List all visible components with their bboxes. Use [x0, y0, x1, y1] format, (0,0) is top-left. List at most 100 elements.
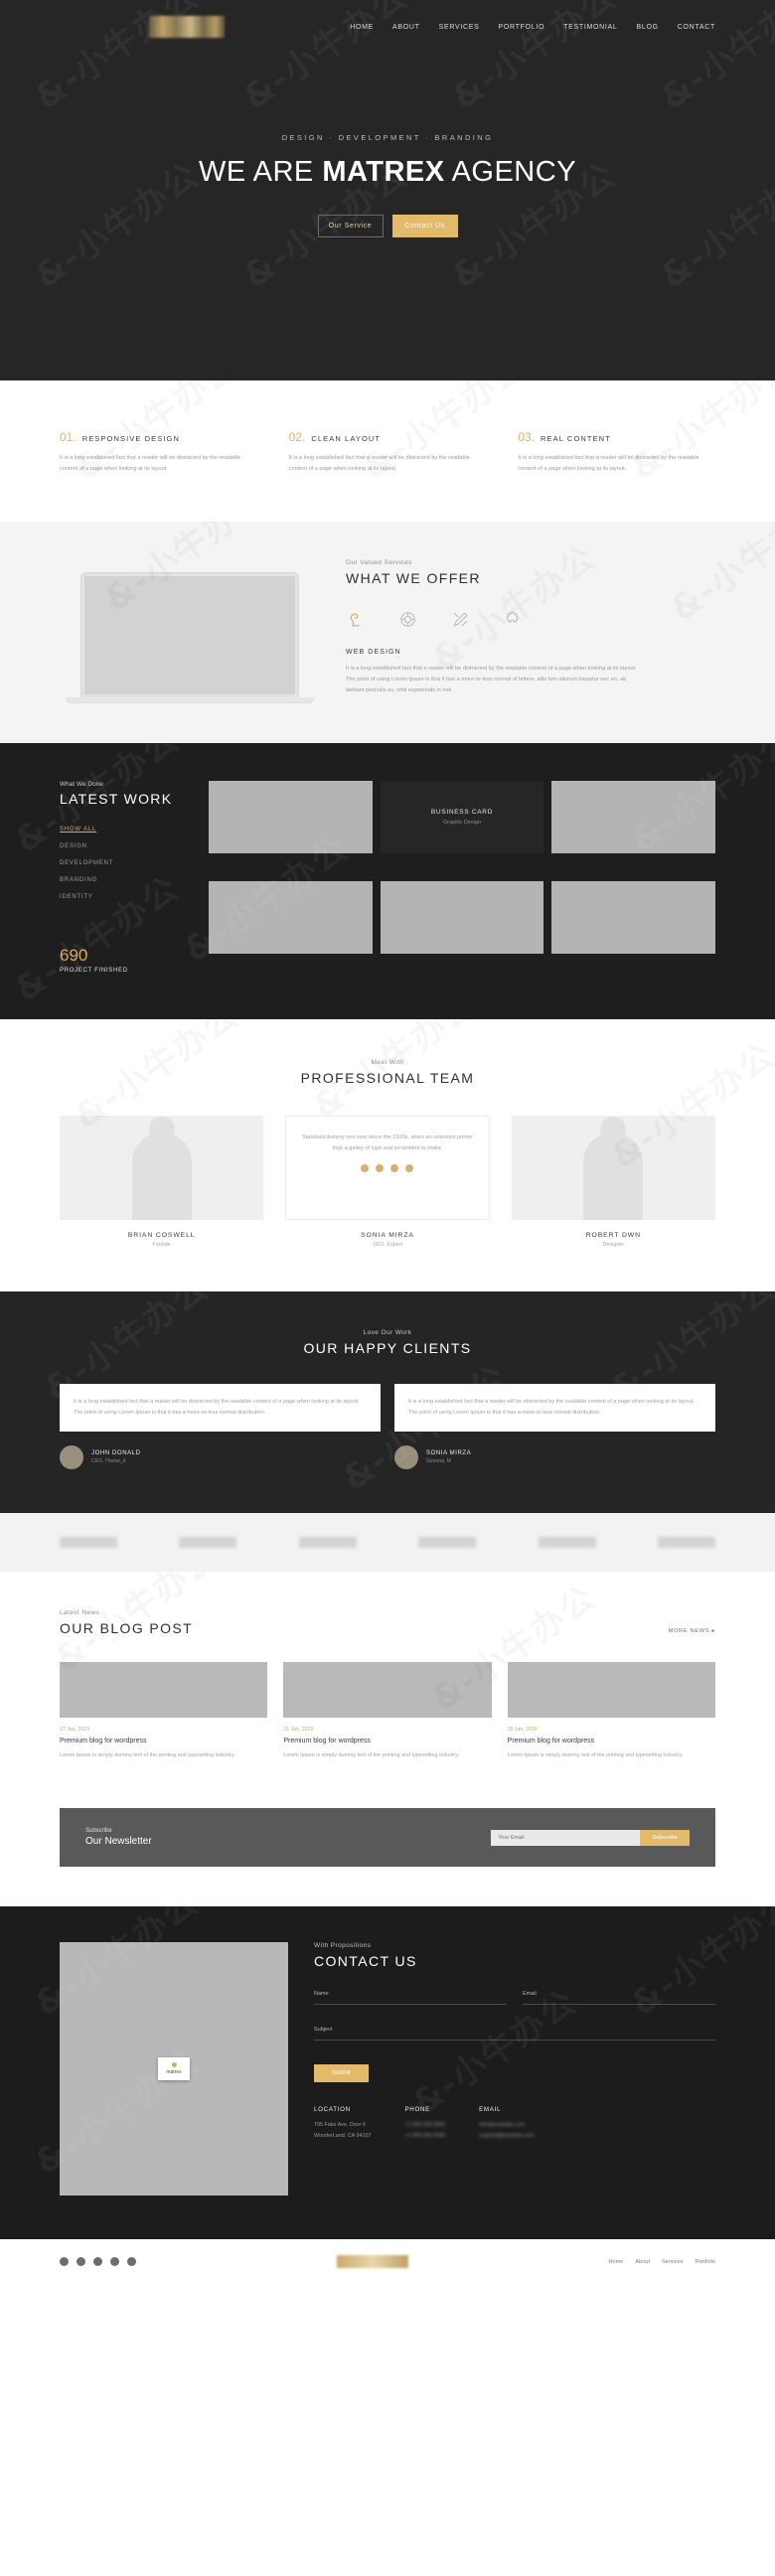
feature-number: 01.: [60, 430, 77, 444]
nav-item-home[interactable]: HOME: [350, 24, 374, 31]
filter-show-all[interactable]: SHOW ALL: [60, 827, 187, 833]
more-news-link[interactable]: MORE NEWS ▸: [668, 1628, 715, 1634]
counter-label: PROJECT FINISHED: [60, 967, 128, 974]
nav-item-blog[interactable]: BLOG: [637, 24, 659, 31]
testimonials-section: &-小牛办公 &-小牛办公 &-小牛办公 Love Our Work OUR H…: [0, 1290, 775, 1513]
contact-us-button[interactable]: Contact Us: [391, 215, 458, 237]
portfolio-tile[interactable]: [551, 880, 715, 954]
person-silhouette-icon: [583, 1132, 644, 1220]
testimonial-card: It is a long established fact that a rea…: [394, 1383, 715, 1432]
blog-post[interactable]: 27 Jan, 2019 Premium blog for wordpress …: [60, 1661, 268, 1761]
portfolio-tile[interactable]: [209, 880, 373, 954]
monitor-icon[interactable]: [346, 610, 365, 629]
map-pin-label: matrex: [166, 2069, 182, 2076]
info-line: info@example.com: [479, 2122, 526, 2129]
hero-title: WE ARE MATREX AGENCY: [0, 156, 775, 189]
post-thumbnail: [60, 1661, 268, 1718]
post-thumbnail: [283, 1661, 492, 1718]
filter-design[interactable]: DESIGN: [60, 843, 187, 849]
filter-development[interactable]: DEVELOPMENT: [60, 860, 187, 866]
testimonial-card: It is a long established fact that a rea…: [60, 1383, 381, 1432]
contact-title: CONTACT US: [314, 1953, 417, 1970]
feature-number: 02.: [288, 430, 306, 444]
newsletter-email-input[interactable]: [491, 1829, 641, 1846]
portfolio-tile[interactable]: [380, 880, 544, 954]
service-name: WEB DESIGN: [346, 648, 401, 656]
contact-field-subject[interactable]: Subject: [314, 2027, 715, 2042]
blog-post[interactable]: 21 Jan, 2019 Premium blog for wordpress …: [283, 1661, 492, 1761]
our-service-button[interactable]: Our Service: [317, 215, 384, 237]
contact-info-location: LOCATION 795 Fake Ave, Door 6 WonderLand…: [314, 2106, 371, 2141]
hero-title-pre: WE ARE: [198, 156, 323, 188]
info-heading: PHONE: [404, 2106, 430, 2114]
team-kicker: Meet With: [371, 1058, 404, 1066]
pin-dot-icon: [171, 2062, 177, 2068]
member-photo: [60, 1115, 264, 1220]
portfolio-tile[interactable]: [209, 780, 373, 853]
footer-link-home[interactable]: Home: [608, 2259, 623, 2265]
pinterest-icon[interactable]: [127, 2257, 136, 2267]
nav-menu: HOME ABOUT SERVICES PORTFOLIO TESTIMONIA…: [350, 24, 715, 31]
puzzle-icon[interactable]: [504, 610, 523, 629]
footer-link-services[interactable]: Services: [662, 2259, 683, 2265]
hero-title-post: AGENCY: [444, 156, 577, 188]
footer-logo[interactable]: [336, 2255, 408, 2269]
avatar: [60, 1444, 83, 1469]
team-heading: Meet With PROFESSIONAL TEAM: [60, 1059, 715, 1086]
subscribe-button[interactable]: Subscribe: [640, 1829, 690, 1846]
site-logo[interactable]: [149, 16, 225, 38]
blog-post[interactable]: 15 Jan, 2019 Premium blog for wordpress …: [507, 1661, 715, 1761]
feature-card: 01. RESPONSIVE DESIGN It is a long estab…: [60, 430, 257, 476]
nav-item-portfolio[interactable]: PORTFOLIO: [499, 24, 545, 31]
contact-section: &-小牛办公 &-小牛办公 &-小牛办公 &-小牛办公 matrex With …: [0, 1906, 775, 2240]
contact-form-area: With Propositions CONTACT US Name Email …: [314, 1942, 715, 2196]
laptop-body: [81, 572, 298, 697]
avatar: [394, 1444, 418, 1469]
pinterest-icon[interactable]: [405, 1164, 414, 1173]
site-footer: Home About Services Portfolio: [0, 2239, 775, 2285]
twitter-icon[interactable]: [77, 2257, 85, 2267]
contact-field-email[interactable]: Email: [523, 1991, 715, 2006]
twitter-icon[interactable]: [376, 1164, 385, 1173]
post-title[interactable]: Premium blog for wordpress: [283, 1738, 491, 1744]
filter-branding[interactable]: BRANDING: [60, 877, 187, 883]
nav-item-services[interactable]: SERVICES: [439, 24, 480, 31]
info-body: 795 Fake Ave, Door 6 WonderLand, CA 9410…: [314, 2120, 371, 2141]
author-name: JOHN DONALD: [91, 1449, 141, 1456]
nav-item-about[interactable]: ABOUT: [392, 24, 420, 31]
pencil-ruler-icon[interactable]: [451, 610, 470, 629]
post-title[interactable]: Premium blog for wordpress: [508, 1738, 715, 1744]
info-body: info@example.com support@example.com: [479, 2120, 535, 2141]
facebook-icon[interactable]: [60, 2257, 69, 2267]
portfolio-tile[interactable]: [551, 780, 715, 853]
services-title: WHAT WE OFFER: [346, 569, 481, 586]
field-underline: [314, 2004, 507, 2006]
linkedin-icon[interactable]: [93, 2257, 102, 2267]
contact-field-name[interactable]: Name: [314, 1991, 507, 2006]
filter-identity[interactable]: IDENTITY: [60, 894, 187, 900]
contact-map[interactable]: matrex: [60, 1942, 288, 2197]
member-name: BRIAN COSWELL: [127, 1231, 196, 1239]
instagram-icon[interactable]: [110, 2257, 119, 2267]
footer-link-portfolio[interactable]: Portfolio: [695, 2259, 715, 2265]
portfolio-sidebar: What We Done LATEST WORK SHOW ALL DESIGN…: [60, 781, 187, 974]
submit-button[interactable]: Submit: [314, 2064, 369, 2083]
footer-link-about[interactable]: About: [635, 2259, 650, 2265]
author-role: General, M: [426, 1457, 451, 1464]
client-logo: [298, 1536, 357, 1548]
person-silhouette-icon: [131, 1132, 192, 1220]
facebook-icon[interactable]: [361, 1164, 370, 1173]
blog-heading: Latest News OUR BLOG POST MORE NEWS ▸: [60, 1609, 715, 1636]
linkedin-icon[interactable]: [390, 1164, 399, 1173]
client-logo: [179, 1536, 237, 1548]
nav-item-testimonial[interactable]: TESTIMONIAL: [563, 24, 617, 31]
feature-heading: 03. REAL CONTENT: [518, 430, 715, 444]
portfolio-tile-business-card[interactable]: BUSINESS CARD Graphic Design: [380, 780, 544, 853]
project-counter: 690 PROJECT FINISHED: [60, 946, 187, 974]
info-line: +1 000 000 0000: [404, 2132, 446, 2139]
aperture-icon[interactable]: [398, 610, 417, 629]
post-title[interactable]: Premium blog for wordpress: [60, 1738, 267, 1744]
testimonial-author: JOHN DONALD CEO, Theme_it: [60, 1444, 381, 1469]
nav-item-contact[interactable]: CONTACT: [678, 24, 715, 31]
services-kicker: Our Valued Services: [346, 558, 412, 566]
